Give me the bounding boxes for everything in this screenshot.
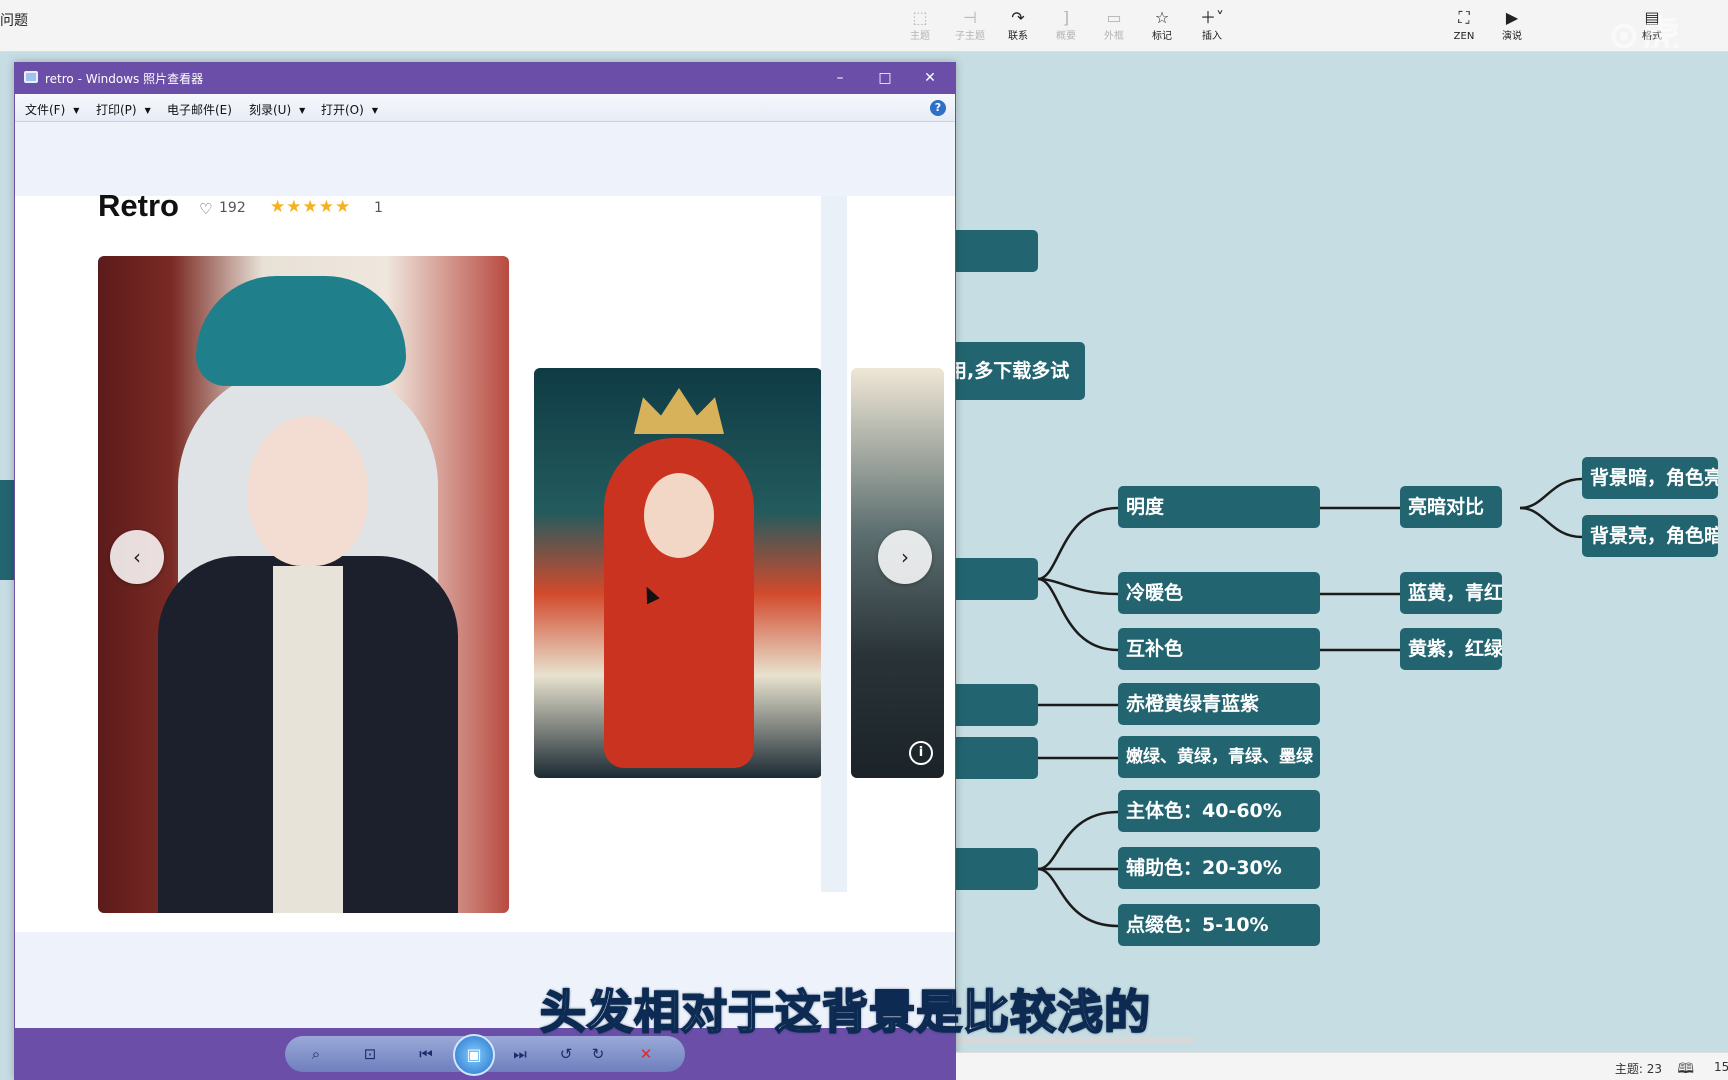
- close-button[interactable]: ✕: [915, 66, 945, 90]
- delete-icon[interactable]: ✕: [633, 1042, 659, 1066]
- artwork-detail: [273, 566, 343, 913]
- mindmap-node-brightness[interactable]: 明度: [1118, 486, 1320, 528]
- chevron-down-icon: ▼: [144, 106, 151, 115]
- book-icon[interactable]: 🕮: [1677, 1058, 1694, 1080]
- artwork-detail: [644, 473, 714, 558]
- chevron-down-icon: ▼: [371, 106, 378, 115]
- page-title: Retro: [98, 188, 179, 223]
- topic-count: 主题: 23: [1614, 1062, 1662, 1076]
- chevron-down-icon: ▼: [299, 106, 306, 115]
- mindmap-node-yellow-purple[interactable]: 黄紫，红绿: [1400, 628, 1502, 670]
- artwork-detail: [634, 388, 724, 434]
- photo-viewer-app-icon: [24, 71, 38, 83]
- zoom-level[interactable]: 150: [1714, 1060, 1728, 1074]
- mindmap-node-blue-yellow[interactable]: 蓝黄，青红: [1400, 572, 1502, 614]
- window-title: retro - Windows 照片查看器: [45, 72, 204, 86]
- next-icon[interactable]: ⏭: [507, 1042, 533, 1066]
- mindmap-node-main-color[interactable]: 主体色：40-60%: [1118, 790, 1320, 832]
- mindmap-node[interactable]: 用,多下载多试: [940, 342, 1085, 400]
- minimize-button[interactable]: –: [825, 66, 855, 90]
- displayed-image: Retro ♡ 192 ★★★★★ 1 ‹ › i: [15, 188, 955, 932]
- actual-size-icon[interactable]: ⊡: [357, 1042, 383, 1066]
- menu-print-label: 打印(P): [96, 103, 137, 117]
- mindmap-node-rainbow[interactable]: 赤橙黄绿青蓝紫: [1118, 683, 1320, 725]
- menu-file-label: 文件(F): [25, 103, 66, 117]
- mindmap-node-contrast[interactable]: 亮暗对比: [1400, 486, 1502, 528]
- star-rating: ★★★★★: [270, 197, 352, 217]
- artwork-red-hair-girl: [534, 368, 822, 778]
- chevron-down-icon: ▼: [73, 106, 80, 115]
- menu-print[interactable]: 打印(P) ▼: [96, 101, 151, 118]
- image-display-area: Retro ♡ 192 ★★★★★ 1 ‹ › i: [15, 122, 955, 1080]
- info-icon[interactable]: i: [909, 741, 933, 765]
- menu-burn-label: 刻录(U): [249, 103, 292, 117]
- heart-icon: ♡: [199, 200, 213, 218]
- gallery-divider: [821, 196, 847, 892]
- slideshow-icon[interactable]: ▣: [453, 1034, 495, 1076]
- viewer-titlebar[interactable]: retro - Windows 照片查看器 – □ ✕: [15, 62, 955, 94]
- artwork-white-hair-girl: [98, 256, 509, 913]
- mindmap-node-accent-color[interactable]: 点缀色：5-10%: [1118, 904, 1320, 946]
- mindmap-node-offscreen[interactable]: [0, 480, 14, 580]
- mindmap-node-greens[interactable]: 嫩绿、黄绿，青绿、墨绿: [1118, 736, 1320, 778]
- menu-email-label: 电子邮件(E): [167, 103, 232, 117]
- mindmap-node-complementary[interactable]: 互补色: [1118, 628, 1320, 670]
- mindmap-node-bg-light[interactable]: 背景亮，角色暗: [1582, 515, 1718, 557]
- rating-count: 1: [374, 200, 383, 216]
- rotate-right-icon[interactable]: ↻: [585, 1042, 611, 1066]
- next-slide-button[interactable]: ›: [878, 530, 932, 584]
- rotate-left-icon[interactable]: ↺: [553, 1042, 579, 1066]
- artwork-detail: [196, 276, 406, 386]
- mindmap-node-aux-color[interactable]: 辅助色：20-30%: [1118, 847, 1320, 889]
- status-bar: 主题: 23 🕮 150: [956, 1052, 1728, 1080]
- video-subtitle: 头发相对于这背景是比较浅的: [539, 984, 1151, 1040]
- maximize-button[interactable]: □: [870, 66, 900, 90]
- artwork-detail: [248, 416, 368, 566]
- viewer-menubar: 文件(F) ▼ 打印(P) ▼ 电子邮件(E) 刻录(U) ▼ 打开(O) ▼ ?: [15, 94, 955, 122]
- mindmap-node-bg-dark[interactable]: 背景暗，角色亮: [1582, 457, 1718, 499]
- menu-email[interactable]: 电子邮件(E): [167, 101, 232, 118]
- zoom-icon[interactable]: ⌕: [303, 1042, 329, 1066]
- menu-open[interactable]: 打开(O) ▼: [321, 101, 378, 118]
- menu-burn[interactable]: 刻录(U) ▼: [249, 101, 305, 118]
- help-icon[interactable]: ?: [930, 100, 946, 116]
- mindmap-node-cold-warm[interactable]: 冷暖色: [1118, 572, 1320, 614]
- chevron-right-icon: ›: [901, 545, 909, 569]
- photo-viewer-window: retro - Windows 照片查看器 – □ ✕ 文件(F) ▼ 打印(P)…: [14, 62, 956, 1080]
- previous-icon[interactable]: ⏮: [413, 1042, 439, 1066]
- previous-slide-button[interactable]: ‹: [110, 530, 164, 584]
- like-count: 192: [219, 200, 246, 216]
- menu-file[interactable]: 文件(F) ▼: [25, 101, 79, 118]
- chevron-left-icon: ‹: [133, 545, 141, 569]
- menu-open-label: 打开(O): [321, 103, 364, 117]
